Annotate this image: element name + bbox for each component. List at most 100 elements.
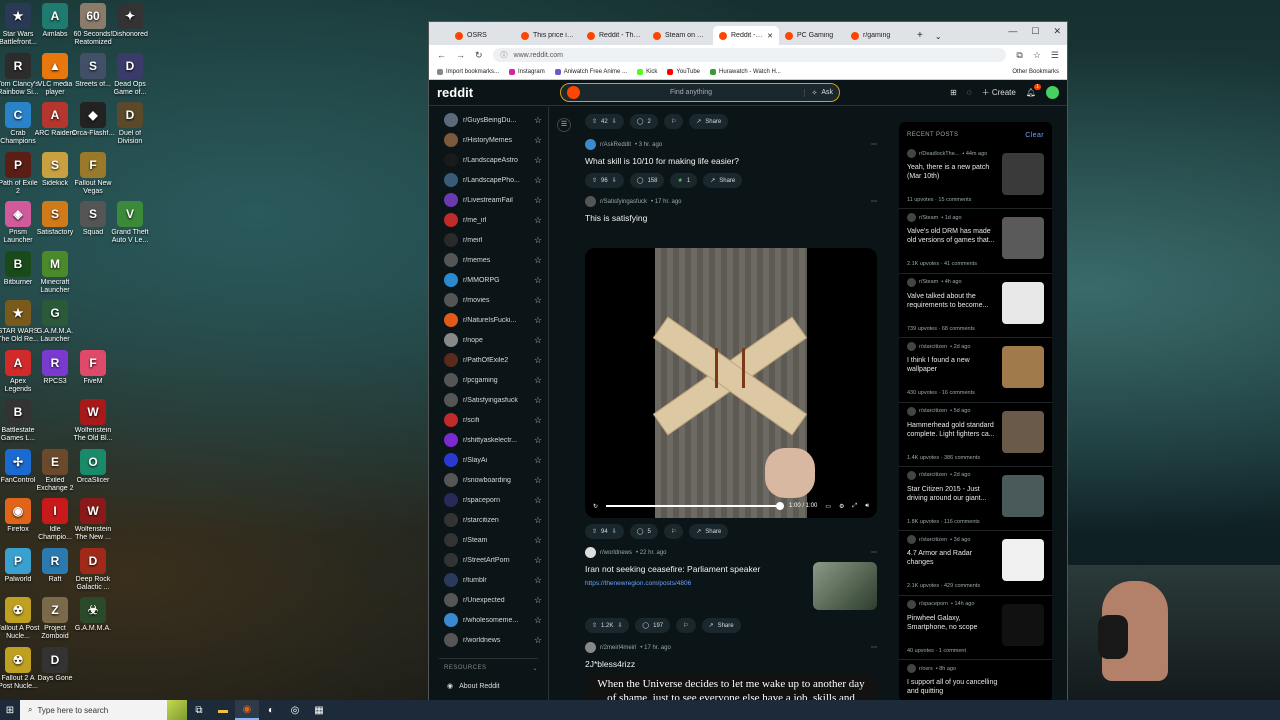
reddit-logo[interactable]: reddit <box>437 85 473 100</box>
favorite-star-icon[interactable]: ☆ <box>534 215 542 226</box>
video-player[interactable]: ↻ 1:00 / 1:00 ▭ ⚙ ⤢ 🔊︎ <box>585 248 877 518</box>
favorite-star-icon[interactable]: ☆ <box>534 155 542 166</box>
favorite-star-icon[interactable]: ☆ <box>534 535 542 546</box>
bookmark-item[interactable]: Aniwatch Free Anime ... <box>554 69 627 75</box>
sidebar-item[interactable]: r/LandscapeAstro ☆ <box>429 150 548 170</box>
sidebar-item[interactable]: r/me_irl ☆ <box>429 210 548 230</box>
sidebar-item[interactable]: r/spaceporn ☆ <box>429 490 548 510</box>
sidebar-item[interactable]: r/MMORPG ☆ <box>429 270 548 290</box>
more-options-icon[interactable]: ⋯ <box>871 644 877 651</box>
tab-reddit-active[interactable]: Reddit - The h ✕ <box>713 26 779 45</box>
meme-image[interactable]: When the Universe decides to let me wake… <box>585 673 877 700</box>
windows-start-icon[interactable]: ⊞ <box>0 705 20 716</box>
comments-button[interactable]: ◯ 197 <box>635 618 671 633</box>
recent-post[interactable]: r/osrs • 8h ago I support all of you cance… <box>899 660 1052 700</box>
desktop-icon[interactable]: D Deep Rock Galactic ... <box>71 547 115 592</box>
post-thumbnail[interactable] <box>813 562 877 610</box>
desktop-icon[interactable]: W Wolfenstein The New ... <box>71 498 115 542</box>
site-info-icon[interactable]: ⓘ <box>501 50 508 60</box>
firefox-icon[interactable]: ◉ <box>235 700 259 720</box>
favorite-star-icon[interactable]: ☆ <box>534 355 542 366</box>
tab-price-increase[interactable]: This price increas <box>515 26 581 45</box>
share-button[interactable]: ↗ Share <box>689 524 729 539</box>
favorite-star-icon[interactable]: ☆ <box>534 195 542 206</box>
more-options-icon[interactable]: ⋯ <box>871 198 877 205</box>
post-title[interactable]: What skill is 10/10 for making life easi… <box>585 156 877 166</box>
recent-post[interactable]: r/starcitizen • 2d ago Star Citizen 2015 -… <box>899 467 1052 532</box>
recent-post[interactable]: r/DeadlockThe... • 44m ago Yeah, there is … <box>899 145 1052 210</box>
task-view-icon[interactable]: ⧉ <box>187 700 211 720</box>
more-options-icon[interactable]: ⋯ <box>871 549 877 556</box>
settings-gear-icon[interactable]: ⚙ <box>839 503 844 510</box>
clear-button[interactable]: Clear <box>1025 132 1044 139</box>
search-input[interactable]: Find anything ✧ Ask <box>560 83 840 102</box>
forward-icon[interactable]: → <box>456 50 465 60</box>
obs-icon[interactable]: ◎ <box>283 700 307 720</box>
share-button[interactable]: ↗ Share <box>703 173 743 188</box>
desktop-icon[interactable]: F Fallout New Vegas <box>71 151 115 196</box>
desktop-icon[interactable]: ☣ G.A.M.M.A. <box>71 597 115 633</box>
favorite-star-icon[interactable]: ☆ <box>534 635 542 646</box>
desktop-icon[interactable]: M Minecraft Launcher <box>33 250 77 295</box>
desktop-icon[interactable]: D Dead Ops Game of... <box>108 52 152 97</box>
desktop-icon[interactable]: O OrcaSlicer <box>71 448 115 485</box>
desktop-icon[interactable]: W Wolfenstein The Old Bl... <box>71 399 115 443</box>
favorite-star-icon[interactable]: ☆ <box>534 175 542 186</box>
recent-post[interactable]: r/Steam • 4h ago Valve talked about the re… <box>899 274 1052 339</box>
other-bookmarks[interactable]: Other Bookmarks <box>1012 69 1059 75</box>
recent-post[interactable]: r/spaceporn • 14h ago Pinwheel Galaxy, Sma… <box>899 596 1052 661</box>
bookmark-item[interactable]: Instagram <box>509 69 545 75</box>
post-subreddit[interactable]: r/Satisfyingasfuck <box>600 199 647 205</box>
avatar[interactable] <box>1046 86 1059 99</box>
sidebar-item[interactable]: r/movies ☆ <box>429 290 548 310</box>
desktop-icon[interactable]: B Battlestate Games L... <box>0 399 40 443</box>
notifications-icon[interactable]: 🔔︎ 1 <box>1026 84 1041 97</box>
favorite-star-icon[interactable]: ☆ <box>534 115 542 126</box>
post[interactable]: r/AskReddit • 3 hr. ago ⋯ What skill is 10… <box>585 139 877 188</box>
bookmark-item[interactable]: Kick <box>637 69 657 75</box>
vote-control[interactable]: ⇧ 42 ⇩ <box>585 114 624 129</box>
maximize-icon[interactable]: ☐ <box>1031 26 1039 37</box>
menu-icon[interactable]: ☰ <box>1051 50 1059 61</box>
post-subreddit[interactable]: r/worldnews <box>600 550 632 556</box>
post-subreddit[interactable]: r/AskReddit <box>600 142 631 148</box>
post[interactable]: r/Satisfyingasfuck • 17 hr. ago ⋯ This is … <box>585 196 877 223</box>
video-progress-bar[interactable] <box>606 502 784 510</box>
sidebar-item[interactable]: r/meirl ☆ <box>429 230 548 250</box>
ask-button[interactable]: ✧ Ask <box>804 88 833 97</box>
recent-post[interactable]: r/starcitizen • 3d ago 4.7 Armor and Radar… <box>899 531 1052 596</box>
sidebar-item[interactable]: r/worldnews ☆ <box>429 630 548 650</box>
sidebar-item[interactable]: r/snowboarding ☆ <box>429 470 548 490</box>
recent-post[interactable]: r/starcitizen • 5d ago Hammerhead gold sta… <box>899 403 1052 467</box>
post-title[interactable]: 2J*bless4rizz <box>585 659 877 669</box>
share-button[interactable]: ↗ Share <box>689 114 729 129</box>
sidebar-item[interactable]: r/HistoryMemes ☆ <box>429 130 548 150</box>
favorite-star-icon[interactable]: ☆ <box>534 135 542 146</box>
favorite-star-icon[interactable]: ☆ <box>534 235 542 246</box>
reload-icon[interactable]: ↻ <box>475 50 483 61</box>
address-bar[interactable]: ⓘ www.reddit.com <box>492 48 1007 62</box>
advertise-icon[interactable]: ⊞ <box>950 88 957 97</box>
bookmark-star-icon[interactable]: ☆ <box>1033 50 1041 61</box>
file-explorer-icon[interactable]: ▬ <box>211 700 235 720</box>
favorite-star-icon[interactable]: ☆ <box>534 275 542 286</box>
tab-steam-on-reddit[interactable]: Steam on Reddit <box>647 26 713 45</box>
tab-pc-gaming[interactable]: PC Gaming <box>779 26 845 45</box>
award-button[interactable]: ★ 1 <box>670 173 698 188</box>
create-button[interactable]: ＋ Create <box>982 87 1016 98</box>
favorite-star-icon[interactable]: ☆ <box>534 415 542 426</box>
sidebar-item[interactable]: r/NatureIsFucki... ☆ <box>429 310 548 330</box>
favorite-star-icon[interactable]: ☆ <box>534 255 542 266</box>
sidebar-item[interactable]: r/scifi ☆ <box>429 410 548 430</box>
close-icon[interactable]: ✕ <box>767 32 773 40</box>
sidebar-item[interactable]: r/pcgaming ☆ <box>429 370 548 390</box>
sidebar-item[interactable]: r/PathOfExile2 ☆ <box>429 350 548 370</box>
back-icon[interactable]: ← <box>437 50 446 60</box>
sidebar-item[interactable]: r/starcitizen ☆ <box>429 510 548 530</box>
sidebar-item[interactable]: r/LandscapePho... ☆ <box>429 170 548 190</box>
recent-post[interactable]: r/starcitizen • 2d ago I think I found a n… <box>899 338 1052 403</box>
desktop-icon[interactable]: G G.A.M.M.A. Launcher <box>33 300 77 344</box>
tab-reddit-heart[interactable]: Reddit - The hear <box>581 26 647 45</box>
fullscreen-icon[interactable]: ⤢ <box>852 503 857 510</box>
favorite-star-icon[interactable]: ☆ <box>534 395 542 406</box>
